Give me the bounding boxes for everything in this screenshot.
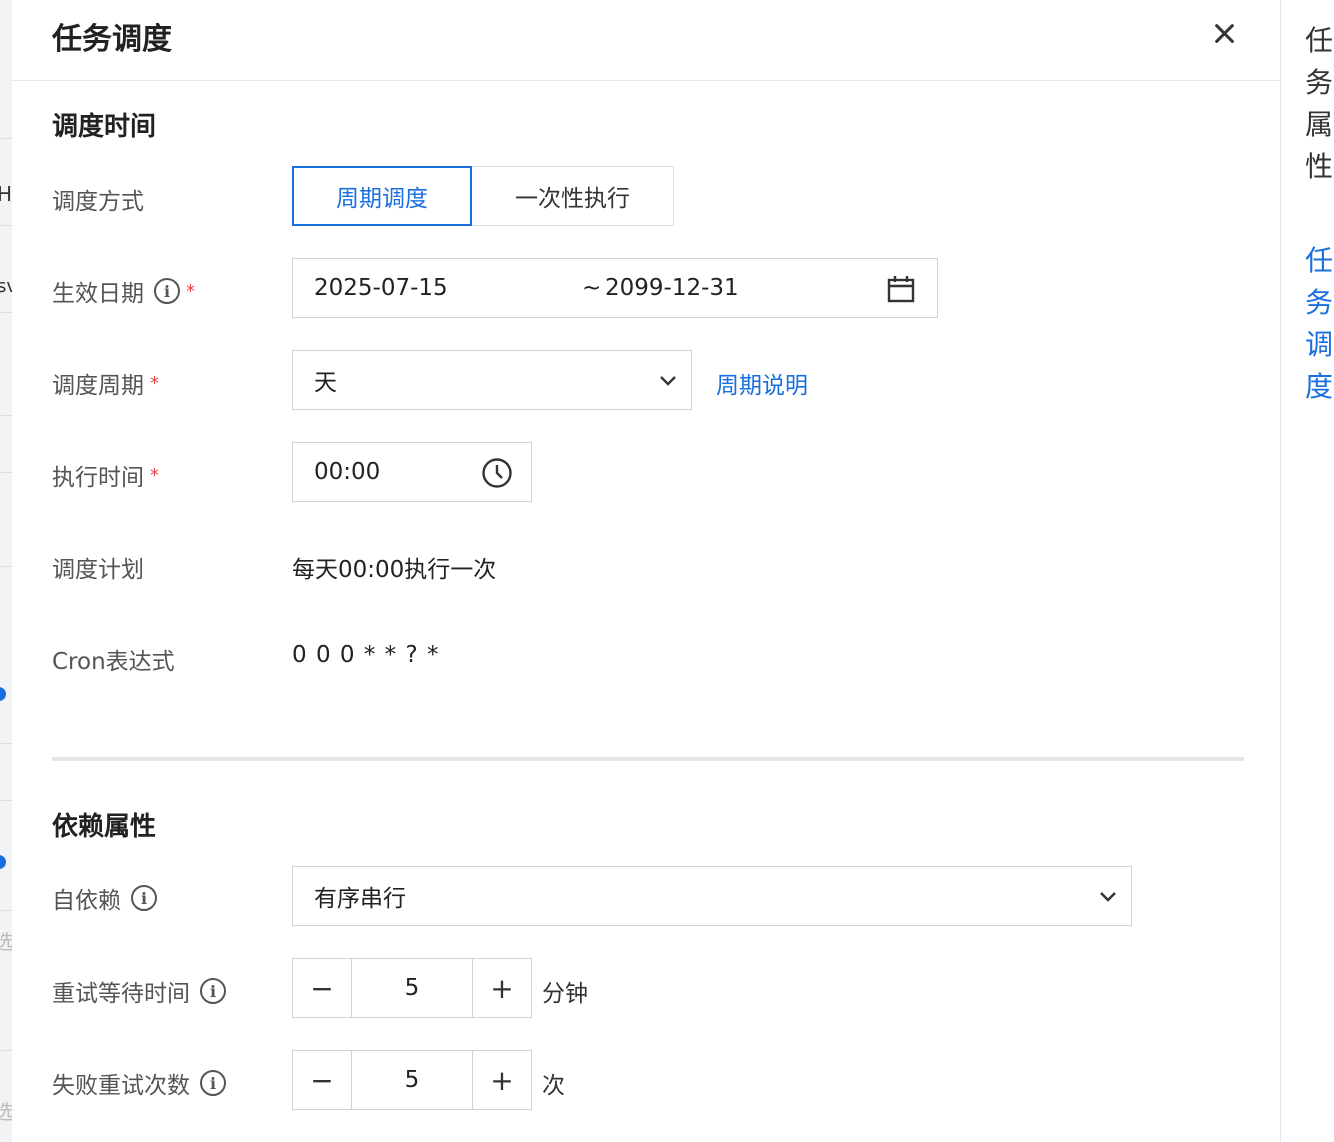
retry-count-input[interactable]: 5	[352, 1050, 472, 1110]
retry-wait-unit: 分钟	[542, 981, 588, 1007]
retry-wait-input[interactable]: 5	[352, 958, 472, 1018]
retry-count-unit: 次	[542, 1073, 565, 1099]
anchor-nav-item-task-schedule[interactable]: 任务调度	[1305, 240, 1334, 408]
date-range-end[interactable]: 2099-12-31	[605, 275, 739, 301]
radio-periodic-schedule[interactable]: 周期调度	[292, 166, 472, 226]
chevron-down-icon	[660, 376, 676, 386]
label-text: 调度方式	[52, 189, 144, 215]
label-text: 重试等待时间	[52, 981, 190, 1007]
label-text: 执行时间	[52, 465, 144, 491]
decrement-button[interactable]: −	[292, 1050, 352, 1110]
field-label-schedule-mode: 调度方式	[52, 182, 144, 216]
self-dependency-select[interactable]: 有序串行	[292, 866, 1132, 926]
clock-icon	[482, 458, 512, 488]
cycle-help-link[interactable]: 周期说明	[716, 366, 808, 400]
info-icon[interactable]: i	[200, 1070, 226, 1096]
cron-expression-value: 0 0 0 * * ? *	[292, 642, 440, 668]
info-icon[interactable]: i	[154, 278, 180, 304]
increment-button[interactable]: +	[472, 1050, 532, 1110]
field-label-exec-time: 执行时间 *	[52, 458, 159, 492]
date-range-separator: ~	[582, 275, 602, 301]
field-label-schedule-cycle: 调度周期 *	[52, 366, 159, 400]
required-asterisk: *	[150, 464, 159, 486]
retry-wait-stepper: − 5 +	[292, 958, 532, 1018]
anchor-nav: 任务属性 任务调度	[1280, 0, 1334, 1142]
select-value: 天	[314, 370, 337, 396]
label-text: 生效日期	[52, 281, 144, 307]
info-icon[interactable]: i	[200, 978, 226, 1004]
required-asterisk: *	[150, 372, 159, 394]
field-label-retry-count: 失败重试次数 i	[52, 1066, 226, 1100]
label-text: 自依赖	[52, 888, 121, 914]
label-text: Cron表达式	[52, 649, 175, 675]
background-toggle-dot	[0, 687, 6, 701]
schedule-mode-radio-group: 周期调度 一次性执行	[292, 166, 674, 226]
field-label-effective-date: 生效日期 i *	[52, 274, 195, 308]
label-text: 调度周期	[52, 373, 144, 399]
background-text-fragment: H	[0, 182, 12, 206]
task-schedule-drawer: 任务调度 调度时间 调度方式 周期调度 一次性执行 生效日期 i * 2025-…	[12, 0, 1280, 1142]
field-label-retry-wait: 重试等待时间 i	[52, 974, 226, 1008]
exec-time-picker[interactable]: 00:00	[292, 442, 532, 502]
label-text: 调度计划	[52, 557, 144, 583]
anchor-nav-item-task-attributes[interactable]: 任务属性	[1305, 20, 1334, 188]
time-value: 00:00	[314, 459, 381, 485]
date-range-picker[interactable]: 2025-07-15 ~ 2099-12-31	[292, 258, 938, 318]
schedule-plan-value: 每天00:00执行一次	[292, 557, 497, 583]
label-text: 失败重试次数	[52, 1073, 190, 1099]
select-value: 有序串行	[314, 886, 406, 912]
field-label-self-dependency: 自依赖 i	[52, 881, 157, 915]
drawer-header: 任务调度	[12, 0, 1280, 81]
info-icon[interactable]: i	[131, 885, 157, 911]
retry-count-stepper: − 5 +	[292, 1050, 532, 1110]
calendar-icon[interactable]	[887, 275, 915, 303]
schedule-cycle-select[interactable]: 天	[292, 350, 692, 410]
radio-one-time-execution[interactable]: 一次性执行	[472, 166, 674, 226]
close-icon[interactable]	[1208, 18, 1240, 50]
chevron-down-icon	[1100, 892, 1116, 902]
required-asterisk: *	[186, 280, 195, 302]
drawer-title: 任务调度	[52, 22, 172, 57]
section-title-dependency: 依赖属性	[52, 812, 157, 842]
decrement-button[interactable]: −	[292, 958, 352, 1018]
section-title-schedule-time: 调度时间	[52, 112, 157, 142]
field-label-schedule-plan: 调度计划	[52, 550, 144, 584]
date-range-start[interactable]: 2025-07-15	[314, 275, 448, 301]
section-divider	[52, 757, 1244, 761]
background-toggle-dot	[0, 855, 6, 869]
field-label-cron: Cron表达式	[52, 642, 175, 676]
increment-button[interactable]: +	[472, 958, 532, 1018]
